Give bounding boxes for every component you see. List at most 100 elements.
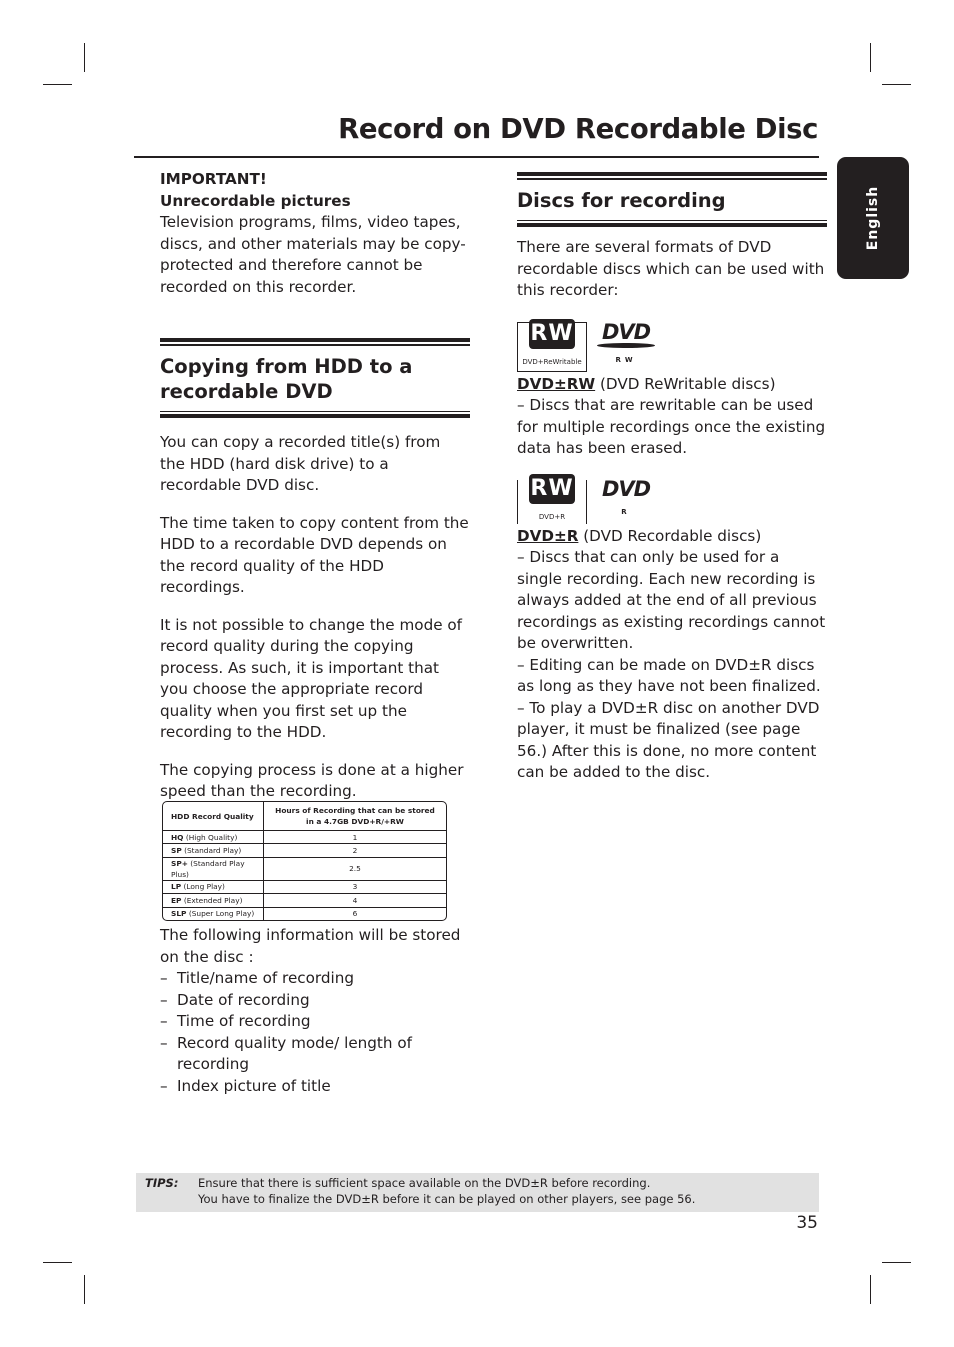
language-tab: English [837, 157, 909, 279]
disc-icon [597, 342, 655, 348]
tips-text: Ensure that there is sufficient space av… [198, 1175, 695, 1207]
dvd-logo-text: DVD [601, 319, 651, 344]
crop-mark [84, 1275, 85, 1304]
disc-entry-rw: DVD±RW (DVD ReWritable discs) [517, 374, 827, 396]
dvd-plus-rw-logo: RW DVD+ReWritable [517, 319, 587, 372]
dvd-r-logos: RW DVD+R DVD R [517, 474, 827, 524]
disc-name: DVD±RW [517, 374, 596, 393]
hours-cell: 6 [352, 909, 358, 919]
list-item: Time of recording [160, 1011, 470, 1033]
crop-mark [882, 84, 911, 85]
quality-cell: EP (Extended Play) [163, 894, 264, 908]
language-tab-label: English [865, 185, 881, 251]
quality-cell: SP+ (Standard Play Plus) [163, 857, 264, 881]
table-header-row: HDD Record Quality Hours of Recording th… [163, 802, 446, 831]
heading-rule [160, 410, 470, 412]
disc-name-suffix: (DVD Recordable discs) [578, 526, 762, 545]
quality-cell: HQ (High Quality) [163, 831, 264, 845]
list-item: Index picture of title [160, 1076, 470, 1098]
crop-mark [882, 1262, 911, 1263]
quality-code: HQ [171, 832, 184, 842]
crop-mark [870, 43, 871, 72]
heading-rule [160, 338, 470, 342]
section-heading-text: Copying from HDD to a recordable DVD [160, 354, 413, 403]
crop-mark [43, 84, 72, 85]
hours-cell: 2.5 [264, 858, 446, 881]
title-rule [134, 156, 819, 158]
dvd-rw-logos: RW DVD+ReWritable DVD RW [517, 319, 827, 372]
dvd-plus-r-logo: RW DVD+R [517, 474, 587, 524]
dvd-logo-sub: R [621, 508, 631, 517]
quality-code: SLP [171, 909, 187, 919]
stored-info: The following information will be stored… [160, 925, 470, 1097]
disc-description: – Discs that can only be used for a sing… [517, 548, 826, 652]
table-header: Hours of Recording that can be stored in… [264, 802, 446, 831]
paragraph: You can copy a recorded title(s) from th… [160, 433, 441, 494]
important-text: Television programs, films, video tapes,… [160, 213, 466, 296]
stored-info-list: Title/name of recording Date of recordin… [160, 968, 470, 1097]
crop-mark [84, 43, 85, 72]
dvd-logo-icon: DVD RW [587, 319, 661, 372]
crop-mark [870, 1275, 871, 1304]
stored-info-intro: The following information will be stored… [160, 926, 461, 966]
quality-cell: LP (Long Play) [163, 880, 264, 895]
discs-intro: There are several formats of DVD recorda… [517, 238, 825, 299]
quality-cell: SLP (Super Long Play) [163, 907, 264, 920]
list-item: Record quality mode/ length of recording [160, 1033, 470, 1076]
right-column: Discs for recording There are several fo… [517, 172, 827, 784]
disc-description: – Discs that are rewritable can be used … [517, 396, 826, 457]
tip-line: Ensure that there is sufficient space av… [198, 1176, 651, 1190]
list-item: Title/name of recording [160, 968, 470, 990]
paragraph: The time taken to copy content from the … [160, 513, 469, 597]
dvd-logo-sub: RW [615, 356, 637, 364]
heading-rule [517, 223, 827, 227]
dvd-logo-text: DVD [601, 477, 651, 502]
table-header: HDD Record Quality [163, 802, 264, 831]
tips-label: TIPS: [145, 1176, 179, 1190]
quality-desc: (Super Long Play) [188, 909, 255, 919]
table-row: SP+ (Standard Play Plus) 2.5 [163, 857, 446, 881]
quality-desc: (Standard Play) [184, 846, 242, 856]
paragraph: It is not possible to change the mode of… [160, 615, 463, 742]
list-item: Date of recording [160, 990, 470, 1012]
disc-entry-r: DVD±R (DVD Recordable discs) [517, 526, 827, 548]
quality-code: EP [171, 895, 182, 905]
tip-line: You have to finalize the DVD±R before it… [198, 1192, 696, 1206]
hours-cell: 1 [264, 831, 446, 845]
important-label: IMPORTANT! [160, 170, 267, 188]
quality-code: SP+ [171, 858, 188, 868]
disc-description: – To play a DVD±R disc on another DVD pl… [517, 698, 820, 782]
rw-logo-icon: RW [529, 319, 575, 350]
heading-rule [517, 172, 827, 176]
table-row: HQ (High Quality) 1 [163, 831, 446, 845]
quality-code: LP [171, 882, 182, 892]
table-row: SP (Standard Play) 2 [163, 844, 446, 858]
hours-cell: 4 [264, 894, 446, 908]
rw-logo-icon: RW [529, 474, 575, 505]
page-title: Record on DVD Recordable Disc [338, 113, 818, 145]
paragraph: The copying process is done at a higher … [160, 760, 464, 801]
heading-rule [160, 414, 470, 418]
section-heading-text: Discs for recording [517, 188, 726, 212]
quality-desc: (Extended Play) [183, 895, 243, 905]
quality-cell: SP (Standard Play) [163, 844, 264, 858]
section-heading-copying: Copying from HDD to a recordable DVD [160, 338, 470, 418]
crop-mark [43, 1262, 72, 1263]
table-row: SLP (Super Long Play) 6 [163, 907, 446, 920]
table-row: EP (Extended Play) 4 [163, 894, 446, 908]
logo-caption: DVD+ReWritable [522, 358, 582, 367]
important-subtitle: Unrecordable pictures [160, 191, 351, 210]
hours-cell: 3 [264, 881, 446, 895]
left-column: IMPORTANT! Unrecordable pictures Televis… [160, 169, 470, 803]
disc-name-suffix: (DVD ReWritable discs) [595, 374, 776, 393]
disc-description: – Editing can be made on DVD±R discs as … [517, 655, 821, 696]
section-heading-discs: Discs for recording [517, 172, 827, 227]
hours-cell: 2 [264, 844, 446, 858]
tips-box: TIPS: Ensure that there is sufficient sp… [136, 1173, 819, 1212]
table-row: LP (Long Play) 3 [163, 880, 446, 895]
disc-name: DVD±R [517, 526, 579, 545]
record-quality-table: HDD Record Quality Hours of Recording th… [162, 801, 447, 921]
heading-rule [517, 219, 827, 221]
page-number: 35 [796, 1213, 818, 1233]
quality-desc: (Long Play) [183, 882, 225, 892]
